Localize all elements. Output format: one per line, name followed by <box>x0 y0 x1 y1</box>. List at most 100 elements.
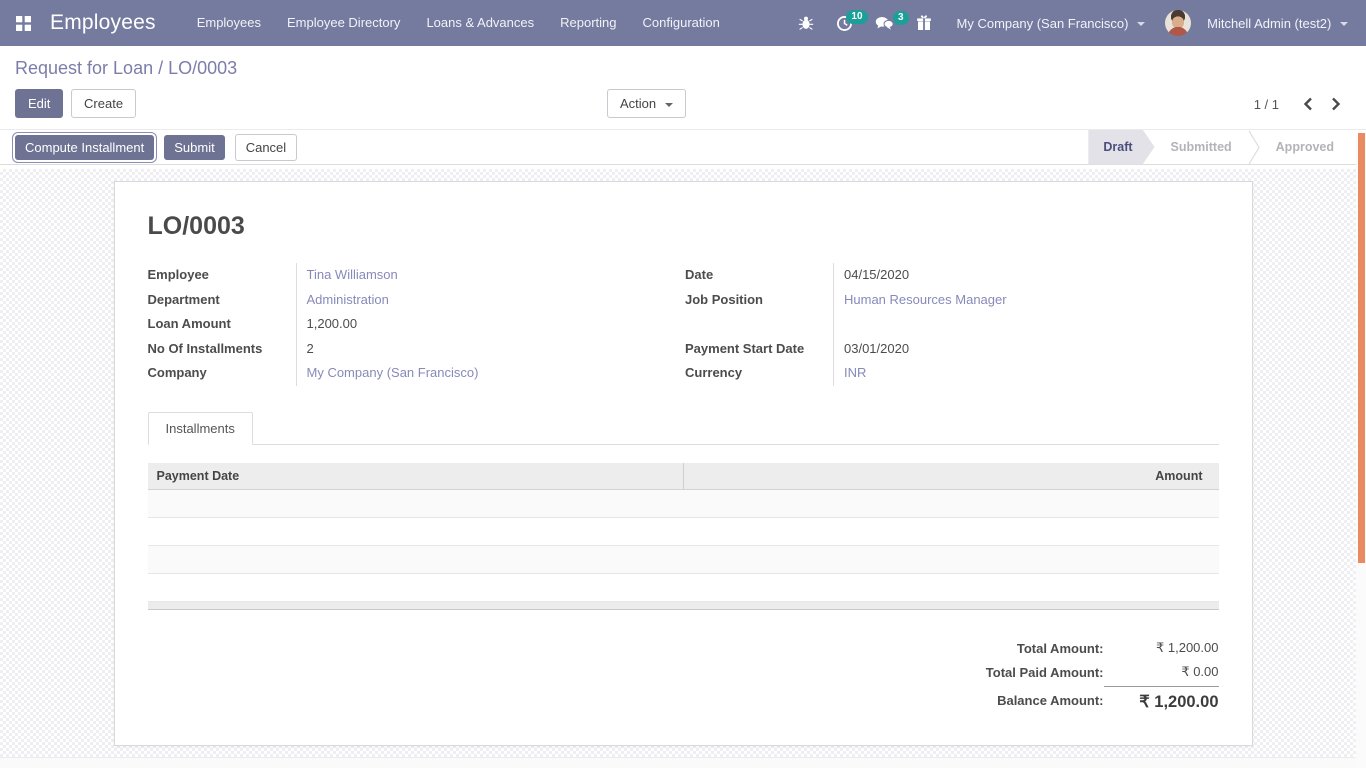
table-cell-payment-date <box>148 574 684 602</box>
statusbar: Compute Installment Submit Cancel DraftSub… <box>0 129 1366 165</box>
column-header-amount[interactable]: Amount <box>683 463 1219 490</box>
statusbar-states: DraftSubmitted Approved <box>1088 130 1350 165</box>
total-value-total-amount: ₹ 1,200.00 <box>1104 636 1219 660</box>
field-value-date: 04/15/2020 <box>833 263 1219 288</box>
gift-icon-button[interactable] <box>907 9 941 37</box>
menu-item-loans-advances[interactable]: Loans & Advances <box>413 0 547 46</box>
total-label-total-paid-amount: Total Paid Amount: <box>986 661 1104 684</box>
table-header-row: Payment DateAmount <box>148 463 1219 490</box>
total-label-balance-amount: Balance Amount: <box>986 689 1104 712</box>
control-panel-buttons-row: Edit Create Action 1 / 1 <box>15 89 1351 129</box>
field-label-company: Company <box>148 361 296 386</box>
form-sheet: LO/0003 EmployeeTina WilliamsonDepartmen… <box>114 181 1253 746</box>
grid-icon <box>16 16 31 31</box>
total-value-total-paid-amount: ₹ 0.00 <box>1104 660 1219 684</box>
field-label-payment-start-date: Payment Start Date <box>685 337 833 362</box>
control-panel: Request for Loan / LO/0003 Edit Create A… <box>0 46 1366 129</box>
pager-counter: 1 / 1 <box>1254 97 1279 112</box>
chevron-down-icon <box>665 103 673 107</box>
field-value-currency[interactable]: INR <box>833 361 1219 386</box>
state-approved[interactable]: Approved <box>1260 130 1350 165</box>
pager: 1 / 1 <box>1254 95 1343 113</box>
statusbar-buttons: Compute Installment Submit Cancel <box>15 134 307 161</box>
field-label-no-of-installments: No Of Installments <box>148 337 296 362</box>
messages-icon[interactable]: 3 <box>866 10 903 37</box>
main-menu-bar: EmployeesEmployee DirectoryLoans & Advan… <box>184 0 733 46</box>
activity-count-badge: 10 <box>846 10 867 24</box>
table-row[interactable] <box>148 546 1219 574</box>
total-label-total-amount: Total Amount: <box>986 637 1104 660</box>
record-title: LO/0003 <box>148 212 1219 241</box>
pager-previous-icon[interactable] <box>1301 95 1315 113</box>
menu-item-employee-directory[interactable]: Employee Directory <box>274 0 413 46</box>
field-value-company[interactable]: My Company (San Francisco) <box>296 361 682 386</box>
field-groups: EmployeeTina WilliamsonDepartmentAdminis… <box>148 263 1219 386</box>
table-cell-amount <box>683 518 1219 546</box>
field-value-job-position[interactable]: Human Resources Manager <box>833 288 1219 313</box>
activity-clock-icon[interactable]: 10 <box>827 9 862 38</box>
total-value-balance-amount: ₹ 1,200.00 <box>1104 686 1219 716</box>
menu-item-configuration[interactable]: Configuration <box>630 0 733 46</box>
table-cell-payment-date <box>148 490 684 518</box>
state-submitted[interactable]: Submitted <box>1155 130 1248 165</box>
action-dropdown-button[interactable]: Action <box>607 89 686 118</box>
edit-button[interactable]: Edit <box>15 89 63 118</box>
table-row[interactable] <box>148 518 1219 546</box>
breadcrumb[interactable]: Request for Loan / LO/0003 <box>15 56 1351 80</box>
company-switcher[interactable]: My Company (San Francisco) <box>945 16 1152 31</box>
top-navbar: Employees EmployeesEmployee DirectoryLoa… <box>0 0 1366 46</box>
field-value-employee[interactable]: Tina Williamson <box>296 263 682 288</box>
app-brand-title[interactable]: Employees <box>50 11 156 35</box>
submit-button[interactable]: Submit <box>164 135 224 160</box>
user-avatar[interactable] <box>1165 10 1191 36</box>
field-label-loan-amount: Loan Amount <box>148 312 296 337</box>
table-cell-amount <box>683 490 1219 518</box>
field-group-left: EmployeeTina WilliamsonDepartmentAdminis… <box>148 263 682 386</box>
table-row[interactable] <box>148 490 1219 518</box>
totals-block: Total Amount:₹ 1,200.00Total Paid Amount… <box>986 636 1219 716</box>
field-value-department[interactable]: Administration <box>296 288 682 313</box>
state-separator-icon <box>1248 130 1260 165</box>
bottom-strip <box>0 757 1366 768</box>
compute-installment-button[interactable]: Compute Installment <box>15 135 154 160</box>
bug-icon <box>798 15 814 31</box>
field-label-empty-2 <box>685 312 833 337</box>
create-button[interactable]: Create <box>71 89 136 118</box>
table-cell-payment-date <box>148 518 684 546</box>
company-name: My Company (San Francisco) <box>957 16 1129 31</box>
screen: Employees EmployeesEmployee DirectoryLoa… <box>0 0 1366 768</box>
field-label-job-position: Job Position <box>685 288 833 313</box>
field-label-date: Date <box>685 263 833 288</box>
user-name: Mitchell Admin (test2) <box>1207 16 1331 31</box>
field-label-currency: Currency <box>685 361 833 386</box>
field-value-no-of-installments: 2 <box>296 337 682 362</box>
pager-next-icon[interactable] <box>1329 95 1343 113</box>
form-view-background: LO/0003 EmployeeTina WilliamsonDepartmen… <box>0 169 1366 768</box>
scrollbar-thumb[interactable] <box>1358 133 1365 563</box>
apps-menu-icon[interactable] <box>10 10 36 36</box>
debug-bug-icon[interactable] <box>789 9 823 37</box>
action-label: Action <box>620 96 656 111</box>
table-cell-amount <box>683 574 1219 602</box>
chevron-down-icon <box>1137 22 1145 26</box>
column-header-payment-date[interactable]: Payment Date <box>148 463 684 490</box>
gift-icon <box>916 15 932 31</box>
table-cell-amount <box>683 546 1219 574</box>
tab-installments[interactable]: Installments <box>148 412 253 445</box>
table-cell-payment-date <box>148 546 684 574</box>
installments-table: Payment DateAmount <box>148 463 1219 611</box>
cancel-button[interactable]: Cancel <box>235 134 297 161</box>
field-value-payment-start-date: 03/01/2020 <box>833 337 1219 362</box>
notebook-tabs: Installments <box>148 411 1219 445</box>
table-footer-row <box>148 602 1219 610</box>
field-label-employee: Employee <box>148 263 296 288</box>
menu-item-reporting[interactable]: Reporting <box>547 0 629 46</box>
table-row[interactable] <box>148 574 1219 602</box>
user-menu[interactable]: Mitchell Admin (test2) <box>1195 16 1354 31</box>
field-value-empty-2 <box>833 312 1219 337</box>
chat-bubbles-icon <box>875 16 894 31</box>
state-draft[interactable]: Draft <box>1088 130 1154 165</box>
menu-item-employees[interactable]: Employees <box>184 0 274 46</box>
chevron-down-icon <box>1340 22 1348 26</box>
table-footer-cell <box>148 602 1219 610</box>
